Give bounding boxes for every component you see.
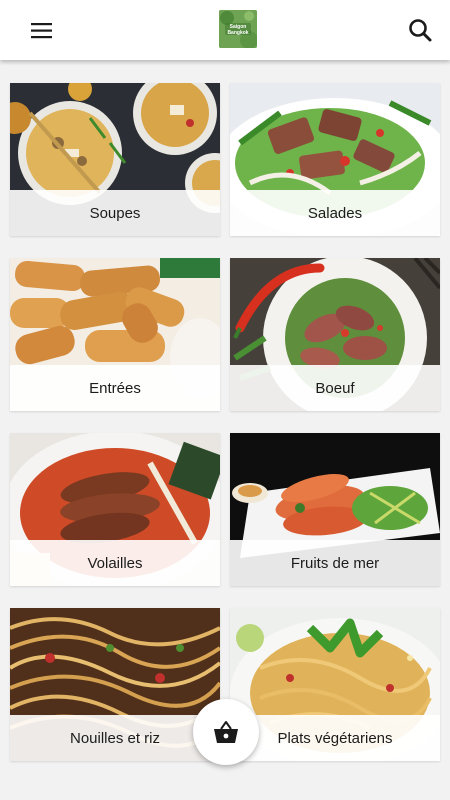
- app-logo: Saigon Bangkok: [219, 10, 257, 48]
- category-card-volailles[interactable]: Volailles: [10, 433, 220, 586]
- category-label: Nouilles et riz: [10, 715, 220, 761]
- category-label: Boeuf: [230, 365, 440, 411]
- category-card-plats-vegetariens[interactable]: Plats végétariens: [230, 608, 440, 761]
- category-label: Fruits de mer: [230, 540, 440, 586]
- search-button[interactable]: [400, 12, 440, 48]
- category-label: Entrées: [10, 365, 220, 411]
- category-card-nouilles-et-riz[interactable]: Nouilles et riz: [10, 608, 220, 761]
- app-bar: Saigon Bangkok: [0, 0, 450, 60]
- category-card-boeuf[interactable]: Boeuf: [230, 258, 440, 411]
- category-label: Soupes: [10, 190, 220, 236]
- category-label: Volailles: [10, 540, 220, 586]
- basket-icon: [214, 721, 238, 743]
- category-grid: Soupes Salades Entrées Boeuf Volailles F…: [0, 60, 450, 800]
- menu-button[interactable]: [20, 18, 62, 44]
- category-card-fruits-de-mer[interactable]: Fruits de mer: [230, 433, 440, 586]
- category-label: Plats végétariens: [230, 715, 440, 761]
- category-label: Salades: [230, 190, 440, 236]
- category-card-salades[interactable]: Salades: [230, 83, 440, 236]
- cart-button[interactable]: [193, 699, 259, 765]
- logo-text: Saigon Bangkok: [227, 24, 249, 36]
- hamburger-menu-icon: [31, 23, 52, 39]
- category-card-entrees[interactable]: Entrées: [10, 258, 220, 411]
- search-icon: [409, 19, 432, 42]
- category-card-soupes[interactable]: Soupes: [10, 83, 220, 236]
